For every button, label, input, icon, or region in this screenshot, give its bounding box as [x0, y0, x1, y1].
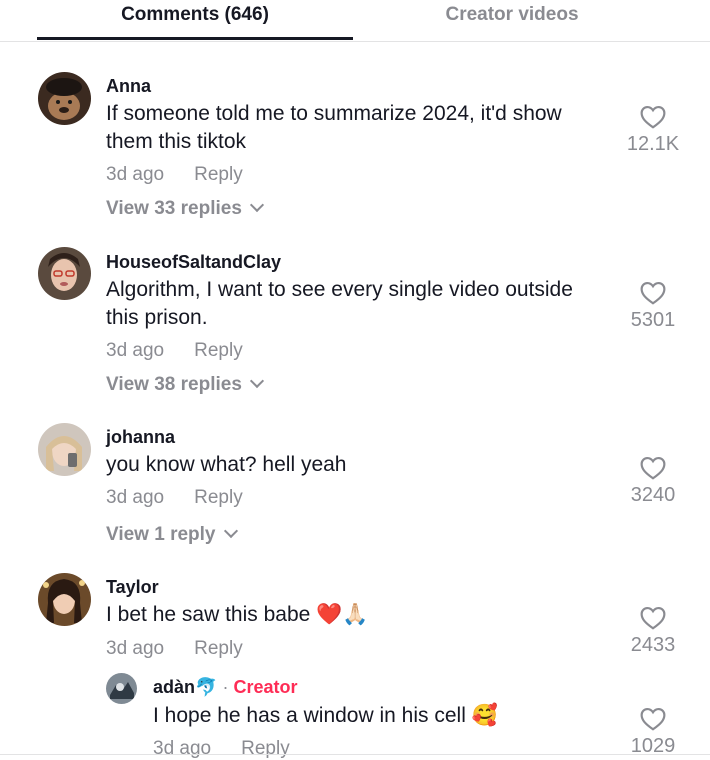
chevron-down-icon — [249, 197, 264, 213]
heart-outline-icon — [640, 606, 666, 630]
like-button[interactable]: 5301 — [613, 281, 693, 332]
view-replies-button[interactable]: View 33 replies — [106, 197, 264, 220]
comment-text: Algorithm, I want to see every single vi… — [106, 278, 573, 329]
avatar[interactable] — [38, 573, 91, 626]
like-button[interactable]: 12.1K — [613, 105, 693, 156]
view-replies-label: View 1 reply — [106, 524, 216, 545]
like-button[interactable]: 3240 — [613, 456, 693, 507]
comment-username[interactable]: Taylor — [106, 577, 159, 598]
avatar[interactable] — [38, 247, 91, 300]
creator-badge: Creator — [233, 677, 298, 697]
comment-meta: 3d ago Reply — [106, 638, 243, 660]
chevron-down-icon — [249, 373, 264, 389]
reply-button[interactable]: Reply — [241, 738, 290, 759]
like-count: 2433 — [630, 634, 676, 656]
comment-text: If someone told me to summarize 2024, it… — [106, 102, 562, 153]
like-button[interactable]: 2433 — [613, 606, 693, 657]
view-replies-label: View 33 replies — [106, 198, 242, 219]
like-button[interactable]: 1029 — [613, 707, 693, 758]
tab-creator-videos[interactable]: Creator videos — [353, 4, 671, 26]
reply-button[interactable]: Reply — [194, 638, 243, 659]
comment-meta: 3d ago Reply — [106, 164, 243, 186]
bottom-divider — [0, 754, 710, 755]
comment-username[interactable]: johanna — [106, 427, 175, 448]
avatar[interactable] — [38, 423, 91, 476]
tab-bar: Comments (646) Creator videos — [0, 0, 710, 42]
tab-comments[interactable]: Comments (646) — [37, 4, 353, 26]
comment-text: you know what? hell yeah — [106, 453, 347, 476]
creator-reply-header: adàn🐬 · Creator — [153, 677, 298, 698]
heart-outline-icon — [640, 707, 666, 731]
heart-outline-icon — [640, 105, 666, 129]
reply-button[interactable]: Reply — [194, 164, 243, 185]
separator-dot: · — [222, 677, 229, 697]
creator-avatar[interactable] — [106, 673, 137, 704]
view-replies-label: View 38 replies — [106, 374, 242, 395]
like-count: 5301 — [630, 309, 676, 331]
creator-reply-text: I hope he has a window in his cell 🥰 — [153, 704, 498, 727]
creator-username[interactable]: adàn🐬 — [153, 677, 217, 697]
avatar[interactable] — [38, 72, 91, 125]
comment-time: 3d ago — [106, 638, 165, 659]
comment-time: 3d ago — [106, 487, 165, 508]
like-count: 3240 — [630, 484, 676, 506]
active-tab-indicator — [37, 37, 353, 40]
heart-outline-icon — [640, 456, 666, 480]
comment-time: 3d ago — [153, 738, 212, 759]
view-replies-button[interactable]: View 1 reply — [106, 523, 238, 546]
reply-button[interactable]: Reply — [194, 487, 243, 508]
comment-meta: 3d ago Reply — [106, 487, 243, 509]
comment-username[interactable]: Anna — [106, 76, 151, 97]
comment-meta: 3d ago Reply — [106, 340, 243, 362]
comment-time: 3d ago — [106, 340, 165, 361]
chevron-down-icon — [223, 523, 238, 539]
like-count: 12.1K — [626, 133, 680, 155]
view-replies-button[interactable]: View 38 replies — [106, 373, 264, 396]
comment-text: I bet he saw this babe ❤️🙏🏻 — [106, 603, 369, 626]
heart-outline-icon — [640, 281, 666, 305]
creator-reply-meta: 3d ago Reply — [153, 738, 290, 760]
reply-button[interactable]: Reply — [194, 340, 243, 361]
comment-username[interactable]: HouseofSaltandClay — [106, 252, 281, 273]
comment-time: 3d ago — [106, 164, 165, 185]
